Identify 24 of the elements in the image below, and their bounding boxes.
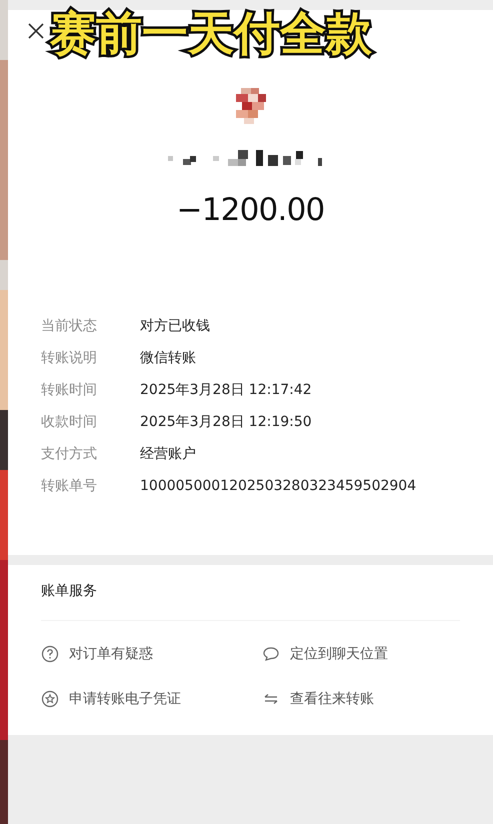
field-value: 经营账户 <box>140 444 196 464</box>
field-value: 2025年3月28日 12:17:42 <box>140 380 312 400</box>
star-badge-icon <box>41 690 59 708</box>
field-value: 微信转账 <box>140 348 196 368</box>
service-link[interactable]: 对订单有疑惑 <box>69 644 153 664</box>
field-label: 支付方式 <box>41 444 98 464</box>
avatar-icon <box>236 88 266 124</box>
field-label: 转账时间 <box>41 380 98 400</box>
field-value: 2025年3月28日 12:19:50 <box>140 412 312 432</box>
question-icon <box>41 645 59 663</box>
field-label: 当前状态 <box>41 316 98 336</box>
field-label: 收款时间 <box>41 412 98 432</box>
field-value: 1000050001202503280323459502904 <box>140 476 416 496</box>
video-caption: 赛前一天付全款 <box>50 5 372 62</box>
close-icon[interactable] <box>27 22 45 40</box>
field-value: 对方已收钱 <box>140 316 210 336</box>
chat-bubble-icon <box>262 645 280 663</box>
service-link[interactable]: 查看往来转账 <box>290 688 374 710</box>
service-link[interactable]: 定位到聊天位置 <box>290 644 388 664</box>
amount-text: −1200.00 <box>176 191 324 230</box>
service-link[interactable]: 申请转账电子凭证 <box>69 688 181 710</box>
section-title: 账单服务 <box>41 565 460 621</box>
field-label: 转账单号 <box>41 476 98 496</box>
field-label: 转账说明 <box>41 348 98 368</box>
